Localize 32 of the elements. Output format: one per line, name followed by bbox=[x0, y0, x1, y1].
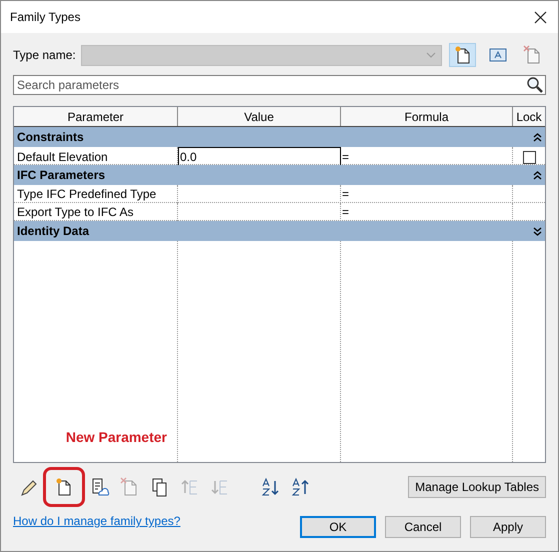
help-link[interactable]: How do I manage family types? bbox=[13, 512, 180, 530]
annotation-label: New Parameter bbox=[66, 428, 167, 447]
group-header[interactable]: Identity Data bbox=[14, 221, 545, 241]
document-cloud-icon bbox=[90, 477, 110, 497]
lock-checkbox[interactable] bbox=[522, 150, 536, 164]
column-header[interactable]: Lock bbox=[513, 107, 545, 126]
collapse-icon bbox=[533, 170, 542, 180]
new-document-icon bbox=[452, 45, 472, 65]
collapse-icon bbox=[533, 132, 542, 142]
type-name-label: Type name: bbox=[13, 47, 77, 64]
search-icon bbox=[526, 76, 544, 94]
chevron-down-icon bbox=[426, 52, 436, 58]
window-title: Family Types bbox=[10, 9, 80, 26]
close-icon bbox=[534, 10, 546, 24]
group-header[interactable]: IFC Parameters bbox=[14, 165, 545, 185]
dialog-button[interactable]: Apply bbox=[470, 516, 546, 538]
new-type-button[interactable] bbox=[449, 43, 476, 67]
dialog-button[interactable]: OK bbox=[300, 516, 376, 538]
sort-down-icon bbox=[260, 477, 280, 497]
formula-cell[interactable]: = bbox=[341, 185, 513, 203]
column-header[interactable]: Formula bbox=[341, 107, 513, 126]
manage-lookup-tables-button[interactable]: Manage Lookup Tables bbox=[408, 476, 546, 498]
group-header[interactable]: Constraints bbox=[14, 127, 545, 147]
dialog-button[interactable]: Cancel bbox=[385, 516, 461, 538]
column-header[interactable]: Value bbox=[178, 107, 341, 126]
delete-document-icon bbox=[522, 45, 542, 65]
parameter-cell: Type IFC Predefined Type bbox=[14, 185, 178, 203]
sort-up-icon bbox=[290, 477, 310, 497]
new-parameter-button[interactable] bbox=[43, 467, 85, 507]
expand-icon bbox=[533, 226, 542, 236]
column-header[interactable]: Parameter bbox=[14, 107, 178, 126]
move-up-icon bbox=[180, 477, 200, 497]
